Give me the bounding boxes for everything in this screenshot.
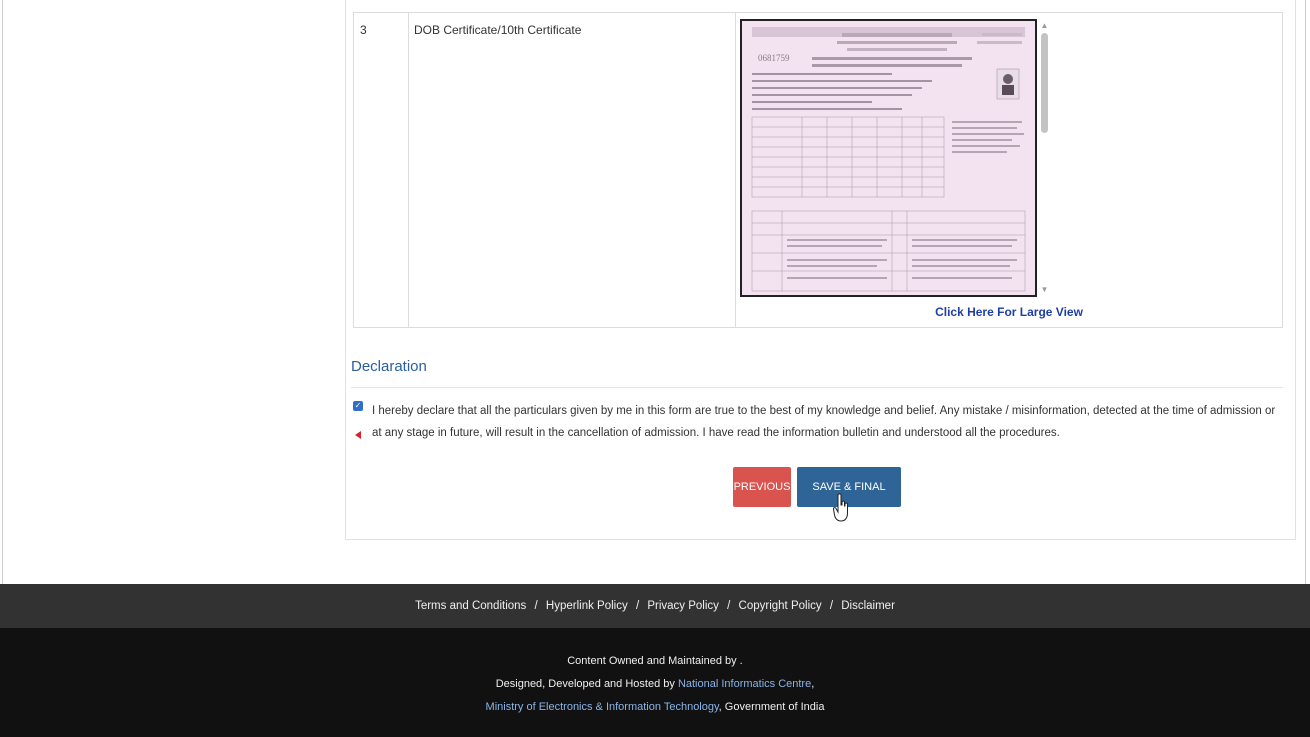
previous-button[interactable]: PREVIOUS	[733, 467, 791, 507]
form-panel: 3 DOB Certificate/10th Certificate 06817…	[345, 0, 1296, 540]
hand-cursor-icon	[833, 493, 848, 522]
footer-designed-line: Designed, Developed and Hosted by Nation…	[0, 678, 1310, 690]
footer-link-privacy-policy[interactable]: Privacy Policy	[647, 600, 719, 612]
scrollbar-thumb[interactable]	[1041, 33, 1048, 133]
document-serial-number: 3	[353, 12, 409, 328]
footer-owned-text: Content Owned and Maintained by .	[567, 655, 743, 667]
svg-text:0681759: 0681759	[758, 53, 790, 63]
footer-gov-suffix: , Government of India	[718, 701, 825, 713]
footer-separator: /	[534, 600, 538, 612]
declaration-title: Declaration	[351, 358, 427, 375]
document-name: DOB Certificate/10th Certificate	[408, 12, 736, 328]
footer-link-hyperlink-policy[interactable]: Hyperlink Policy	[546, 600, 628, 612]
footer-link-disclaimer[interactable]: Disclaimer	[841, 600, 895, 612]
required-marker-icon	[355, 431, 361, 439]
save-final-submit-button[interactable]: SAVE & FINAL SUBMIT	[797, 467, 901, 533]
certificate-scan-icon: 0681759	[742, 21, 1035, 295]
scroll-up-arrow-icon[interactable]: ▲	[1040, 21, 1049, 31]
footer-designed-prefix: Designed, Developed and Hosted by	[495, 678, 678, 690]
documents-table: 3 DOB Certificate/10th Certificate 06817…	[353, 12, 1283, 328]
footer-info: Content Owned and Maintained by . Design…	[0, 628, 1310, 737]
footer-ministry-line: Ministry of Electronics & Information Te…	[0, 701, 1310, 713]
table-row: 3 DOB Certificate/10th Certificate 06817…	[353, 12, 1283, 328]
document-viewer[interactable]: 0681759 ▲ ▼	[737, 19, 1050, 297]
viewer-scrollbar[interactable]: ▲ ▼	[1039, 19, 1050, 297]
declaration-text: I hereby declare that all the particular…	[372, 405, 1276, 439]
footer-separator: /	[635, 600, 640, 612]
footer-separator: /	[727, 600, 731, 612]
footer-link-terms[interactable]: Terms and Conditions	[415, 600, 526, 612]
declaration-checkbox[interactable]: ✓	[353, 401, 363, 411]
footer-separator: /	[829, 600, 834, 612]
footer-nic-link[interactable]: National Informatics Centre	[678, 678, 811, 690]
footer-ministry-link[interactable]: Ministry of Electronics & Information Te…	[486, 701, 719, 713]
footer-link-copyright-policy[interactable]: Copyright Policy	[739, 600, 822, 612]
large-view-link[interactable]: Click Here For Large View	[736, 305, 1282, 319]
footer-links-bar: Terms and Conditions / Hyperlink Policy …	[0, 584, 1310, 628]
scroll-down-arrow-icon[interactable]: ▼	[1040, 285, 1049, 295]
certificate-image: 0681759	[740, 19, 1037, 297]
declaration-divider	[351, 387, 1283, 388]
document-preview-cell: 0681759 ▲ ▼ Click Here For Large View	[735, 12, 1283, 328]
footer-designed-suffix: ,	[811, 678, 815, 690]
